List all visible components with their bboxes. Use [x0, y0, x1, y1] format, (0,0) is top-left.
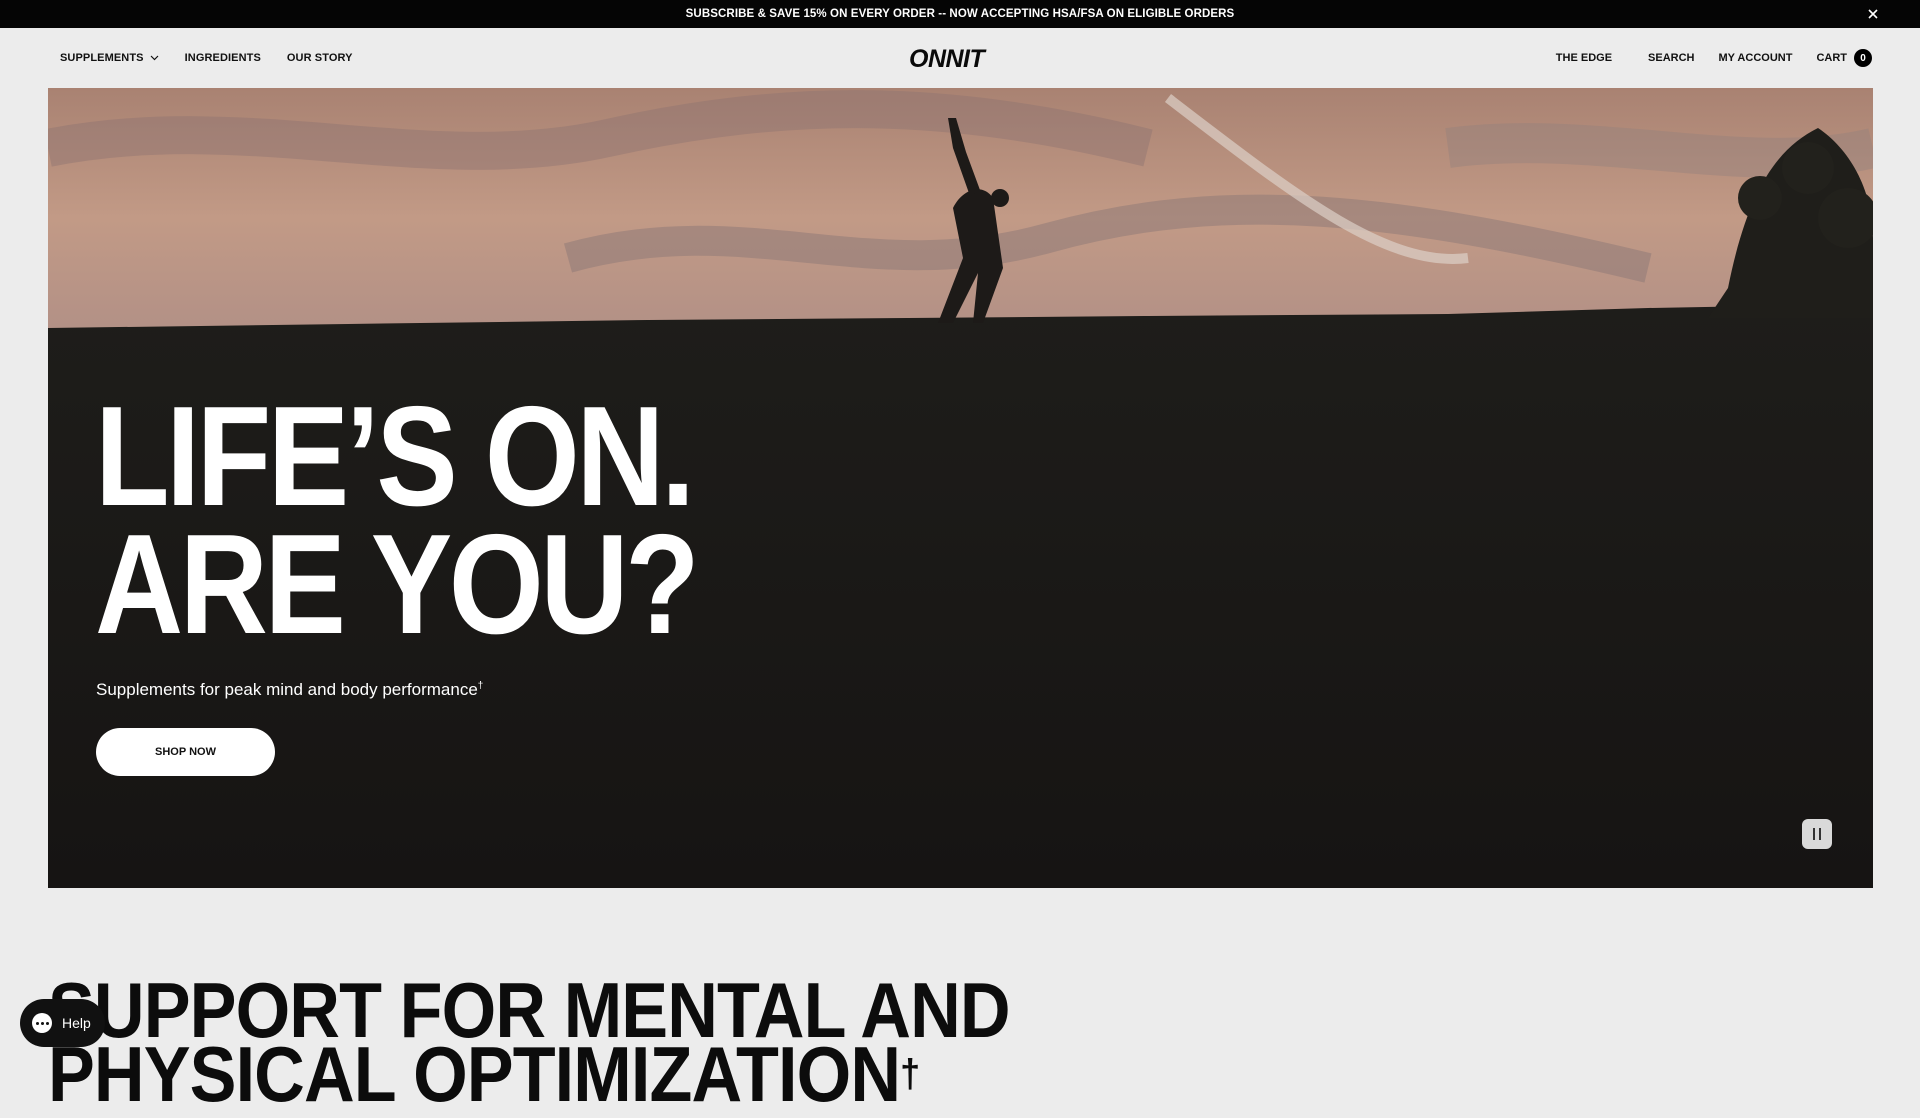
- hero-title-line2: ARE YOU?: [95, 505, 700, 664]
- onnit-logo[interactable]: ONNIT: [909, 45, 1011, 71]
- nav-ingredients-label: INGREDIENTS: [184, 52, 261, 64]
- section-heading: SUPPORT FOR MENTAL AND PHYSICAL OPTIMIZA…: [48, 971, 1011, 1113]
- hero-subtitle-dagger: †: [477, 680, 484, 692]
- hero-subtitle-text: Supplements for peak mind and body perfo…: [96, 680, 478, 699]
- announcement-bar: SUBSCRIBE & SAVE 15% ON EVERY ORDER -- N…: [0, 0, 1920, 28]
- logo-text: ONNIT: [909, 45, 988, 71]
- pause-bar-right: [1819, 828, 1821, 840]
- nav-my-account[interactable]: MY ACCOUNT: [1718, 52, 1792, 64]
- cart-count-badge: 0: [1854, 49, 1872, 67]
- hero-title-line1: LIFE’S ON.: [95, 377, 695, 536]
- nav-our-story-label: OUR STORY: [286, 52, 353, 64]
- hero-title: LIFE’S ON. ARE YOU?: [95, 377, 700, 664]
- nav-supplements[interactable]: SUPPLEMENTS: [60, 52, 159, 64]
- nav-cart-label: CART: [1816, 52, 1847, 64]
- hero-banner: LIFE’S ON. ARE YOU? Supplements for peak…: [48, 88, 1873, 888]
- nav-the-edge[interactable]: THE EDGE: [1556, 52, 1612, 64]
- secondary-nav: THE EDGE SEARCH MY ACCOUNT CART 0: [1556, 28, 1872, 88]
- shop-now-button[interactable]: SHOP NOW: [96, 728, 275, 776]
- nav-supplements-label: SUPPLEMENTS: [60, 52, 144, 64]
- hero-subtitle: Supplements for peak mind and body perfo…: [96, 680, 483, 700]
- announcement-text: SUBSCRIBE & SAVE 15% ON EVERY ORDER -- N…: [685, 8, 1235, 20]
- nav-my-account-label: MY ACCOUNT: [1718, 52, 1793, 64]
- help-label: Help: [62, 1015, 91, 1031]
- site-header: SUPPLEMENTS INGREDIENTS OUR STORY ONNIT …: [0, 28, 1920, 88]
- nav-the-edge-label: THE EDGE: [1555, 52, 1613, 64]
- nav-our-story[interactable]: OUR STORY: [287, 52, 353, 64]
- help-chat-button[interactable]: Help: [20, 999, 105, 1047]
- section-heading-line2-wrap: PHYSICAL OPTIMIZATION†: [48, 1035, 1010, 1113]
- nav-search[interactable]: SEARCH: [1648, 52, 1694, 64]
- close-icon[interactable]: [1864, 5, 1882, 23]
- nav-ingredients[interactable]: INGREDIENTS: [185, 52, 261, 64]
- section-heading-line2: PHYSICAL OPTIMIZATION: [48, 1030, 901, 1118]
- section-heading-dagger: †: [900, 1052, 920, 1096]
- chevron-down-icon: [150, 55, 159, 61]
- pause-icon[interactable]: [1802, 819, 1832, 849]
- primary-nav: SUPPLEMENTS INGREDIENTS OUR STORY: [60, 28, 353, 88]
- nav-search-label: SEARCH: [1648, 52, 1695, 64]
- chat-bubble-icon: [32, 1013, 52, 1033]
- pause-bar-left: [1813, 828, 1815, 840]
- nav-cart[interactable]: CART 0: [1816, 49, 1872, 67]
